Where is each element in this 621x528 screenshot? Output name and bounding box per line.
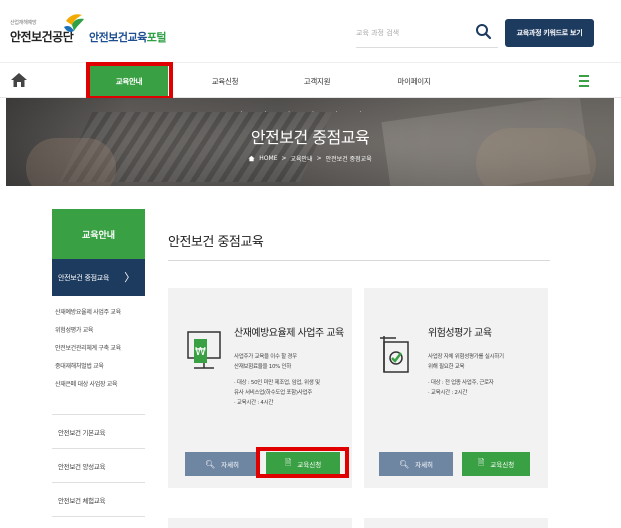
breadcrumb-current: 안전보건 중점교육 — [325, 156, 372, 163]
breadcrumb-home-icon — [248, 155, 255, 162]
chevron-right-icon: 〉 — [124, 271, 135, 284]
sidebar-subitem-management-system[interactable]: 안전보건관리체계 구축 교육 — [55, 343, 121, 352]
svg-text:₩: ₩ — [195, 345, 206, 358]
portal-name[interactable]: 안전보건교육포털 — [89, 29, 166, 45]
sidebar-item-divider — [52, 516, 145, 528]
course-card-risk-assessment: 위험성평가 교육 사업장 자체 위험성평가를 실시하기 위해 필요한 교육 · … — [364, 288, 548, 488]
gnb-item-education-apply[interactable]: 교육신청 — [190, 63, 260, 99]
apply-button[interactable]: 🗎 교육신청 — [266, 452, 340, 476]
all-menu-icon[interactable] — [573, 69, 595, 93]
global-nav: 교육안내 교육신청 고객지원 마이페이지 — [0, 62, 621, 99]
course-card-partial — [168, 518, 352, 528]
search-icon[interactable] — [474, 21, 494, 43]
course-description: 사업주가 교육을 이수 할 경우 산재보험료율을 10% 인하 · 대상 : 5… — [234, 354, 320, 406]
course-card-partial — [364, 518, 548, 528]
gnb-item-customer-support[interactable]: 고객지원 — [282, 63, 352, 99]
page-banner: · · · · · · 안전보건 중점교육 HOME > 교육안내 > 안전보건… — [6, 98, 614, 186]
banner-dots: · · · · · · — [240, 109, 372, 116]
document-icon: 🗎 — [284, 458, 292, 467]
page-title: 안전보건 중점교육 — [168, 235, 264, 250]
breadcrumb-separator: > — [316, 155, 322, 162]
site-header: 산업재해예방 안전보건공단 안전보건교육포털 교육과정 키워드로 보기 — [0, 0, 621, 62]
breadcrumb-education-info[interactable]: 교육안내 — [291, 154, 313, 163]
course-title[interactable]: 위험성평가 교육 — [428, 324, 492, 339]
search-input[interactable] — [356, 24, 466, 42]
sidebar-item-experience-education[interactable]: 안전보건 체험교육 — [52, 482, 145, 516]
sidebar-item-basic-education[interactable]: 안전보건 기본교육 — [52, 414, 145, 448]
sidebar-item-training-education[interactable]: 안전보건 양성교육 — [52, 448, 145, 482]
keyword-view-button[interactable]: 교육과정 키워드로 보기 — [505, 19, 594, 47]
course-search — [356, 18, 498, 48]
apply-button[interactable]: 🗎 교육신청 — [462, 452, 530, 476]
gnb-item-mypage[interactable]: 마이페이지 — [376, 63, 452, 99]
home-icon[interactable] — [10, 71, 28, 89]
portal-logo-icon — [64, 14, 84, 32]
detail-button[interactable]: 🔍︎ 자세히 — [379, 452, 453, 476]
portal-name-main: 안전보건교육 — [89, 31, 147, 44]
breadcrumb-separator: > — [281, 155, 287, 162]
sidebar-subitem-rate-education[interactable]: 산재예방요율제 사업주 교육 — [55, 307, 121, 316]
gnb-item-education-info[interactable]: 교육안내 — [90, 63, 168, 99]
search-icon: 🔍︎ — [398, 459, 410, 469]
course-card-rate-education: ₩ 산재예방요율제 사업주 교육 사업주가 교육을 이수 할 경우 산재보험료율… — [168, 288, 352, 488]
sidebar-heading: 교육안내 — [52, 209, 145, 259]
banner-title: 안전보건 중점교육 — [250, 128, 370, 147]
detail-button[interactable]: 🔍︎ 자세히 — [185, 452, 259, 476]
document-icon: 🗎 — [477, 458, 485, 467]
course-title[interactable]: 산재예방요율제 사업주 교육 — [234, 324, 344, 339]
breadcrumb: HOME > 교육안내 > 안전보건 중점교육 — [6, 154, 614, 163]
search-icon: 🔍︎ — [204, 459, 216, 469]
sidebar-subitem-concealment[interactable]: 산재은폐 대상 사업장 교육 — [55, 379, 118, 388]
breadcrumb-home[interactable]: HOME — [259, 155, 277, 162]
risk-check-icon — [380, 336, 409, 373]
title-divider — [168, 260, 550, 261]
course-description: 사업장 자체 위험성평가를 실시하기 위해 필요한 교육 · 대상 : 전 업종… — [428, 354, 504, 396]
sidebar-subitem-serious-accident[interactable]: 중대재해처벌법 교육 — [55, 361, 104, 370]
monitor-won-icon: ₩ — [187, 331, 221, 369]
sidebar-subitem-risk-assessment[interactable]: 위험성평가 교육 — [55, 325, 93, 334]
sidebar-item-label: 안전보건 중점교육 — [58, 273, 110, 282]
sidebar-item-focus-education[interactable]: 안전보건 중점교육 〉 — [52, 259, 145, 296]
portal-name-accent: 포털 — [146, 31, 167, 44]
